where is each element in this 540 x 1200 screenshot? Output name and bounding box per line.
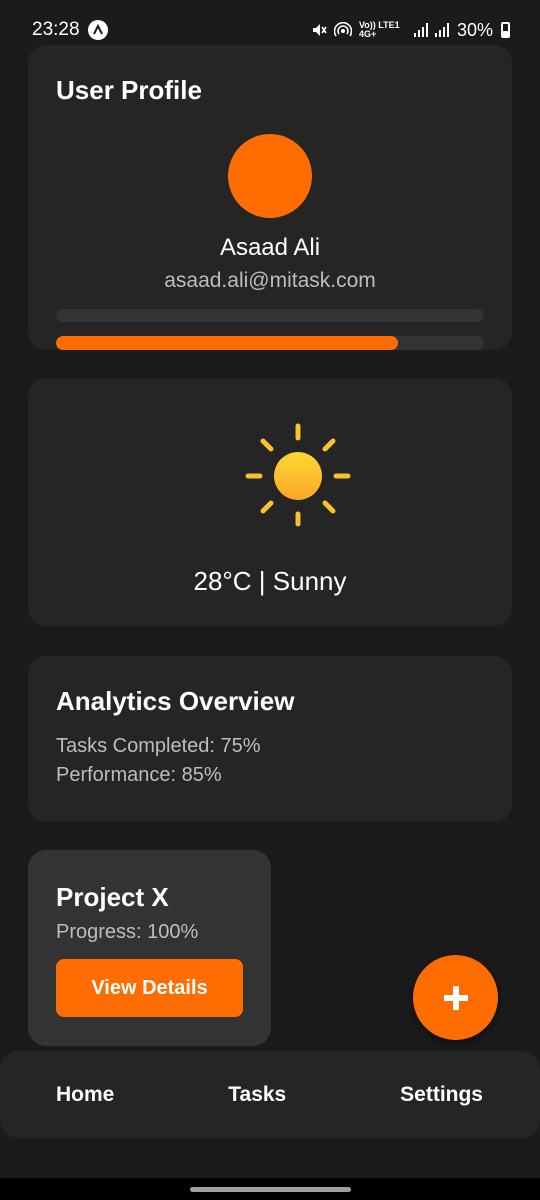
gesture-handle[interactable] (190, 1187, 351, 1192)
profile-progress-fill (56, 336, 399, 350)
profile-progress-bar (56, 336, 484, 350)
status-time: 23:28 (32, 19, 80, 40)
bottom-nav: Home Tasks Settings (0, 1051, 540, 1138)
progress-track-empty (56, 309, 484, 322)
performance-text: Performance: 85% (56, 764, 222, 786)
weather-card: 28°C | Sunny (28, 378, 512, 626)
profile-title: User Profile (56, 75, 202, 105)
network-type-label: Vo)) LTE1 4G+ (358, 20, 400, 39)
analytics-card: Analytics Overview Tasks Completed: 75% … (28, 656, 512, 822)
profile-email: asaad.ali@mitask.com (164, 269, 376, 292)
signal-2-icon (434, 23, 449, 37)
tasks-completed-text: Tasks Completed: 75% (56, 735, 261, 757)
profile-card: User Profile Asaad Ali asaad.ali@mitask.… (28, 45, 512, 350)
add-fab-button[interactable] (413, 955, 498, 1040)
battery-icon (501, 22, 510, 38)
status-right: Vo)) LTE1 4G+ 30% (311, 20, 510, 41)
plus-icon (443, 985, 468, 1010)
battery-percent: 30% (456, 19, 493, 40)
avatar[interactable] (228, 134, 312, 218)
app-notification-icon (87, 20, 108, 40)
project-progress-text: Progress: 100% (56, 921, 199, 943)
weather-text: 28°C | Sunny (193, 566, 347, 596)
project-title: Project X (56, 882, 169, 912)
hotspot-icon (333, 22, 352, 37)
view-details-button[interactable]: View Details (56, 959, 243, 1017)
mute-icon (312, 24, 327, 36)
status-icons: Vo)) LTE1 4G+ (311, 21, 449, 39)
status-left: 23:28 (32, 19, 108, 41)
signal-1-icon (413, 23, 428, 37)
profile-name: Asaad Ali (219, 234, 321, 261)
nav-item-tasks[interactable]: Tasks (228, 1083, 286, 1107)
nav-item-settings[interactable]: Settings (400, 1083, 483, 1107)
nav-item-home[interactable]: Home (56, 1083, 114, 1107)
analytics-title: Analytics Overview (56, 686, 295, 716)
project-card: Project X Progress: 100% View Details (28, 850, 271, 1046)
sun-icon (245, 423, 351, 527)
gesture-area (0, 1178, 540, 1200)
